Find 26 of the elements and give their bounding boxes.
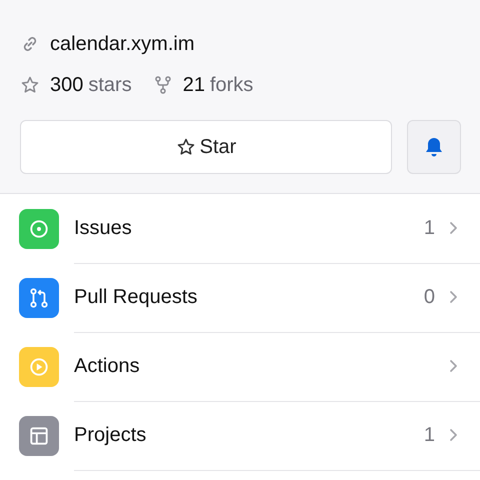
bell-icon (424, 136, 444, 158)
forks-label: forks (210, 74, 254, 96)
stars-count: 300 (50, 74, 84, 96)
notifications-button[interactable] (407, 120, 461, 174)
chevron-icon (449, 359, 458, 373)
menu-count: 1 (424, 216, 435, 240)
menu-item[interactable]: Actions (0, 332, 480, 401)
menu-item[interactable]: Pull Requests 0 (0, 263, 480, 332)
chevron-icon (449, 221, 458, 235)
fork-icon (154, 75, 172, 95)
star-icon (20, 75, 40, 95)
menu-item[interactable]: Issues 1 (0, 194, 480, 263)
menu-count: 0 (424, 286, 435, 308)
star-icon (176, 137, 196, 157)
menu-label: Actions (74, 354, 141, 378)
menu-label: Issues (74, 216, 133, 240)
website-link[interactable]: calendar.xym.im (50, 32, 194, 56)
forks-count: 21 (182, 74, 205, 96)
menu-item[interactable]: Projects 1 (0, 401, 480, 470)
stars-label: stars (88, 74, 132, 96)
menu-label: Projects (74, 424, 148, 446)
star-button[interactable]: Star (20, 120, 392, 174)
chevron-icon (449, 290, 458, 304)
chevron-icon (449, 428, 458, 442)
menu-count: 1 (424, 424, 435, 446)
menu-label: Pull Requests (74, 286, 198, 308)
